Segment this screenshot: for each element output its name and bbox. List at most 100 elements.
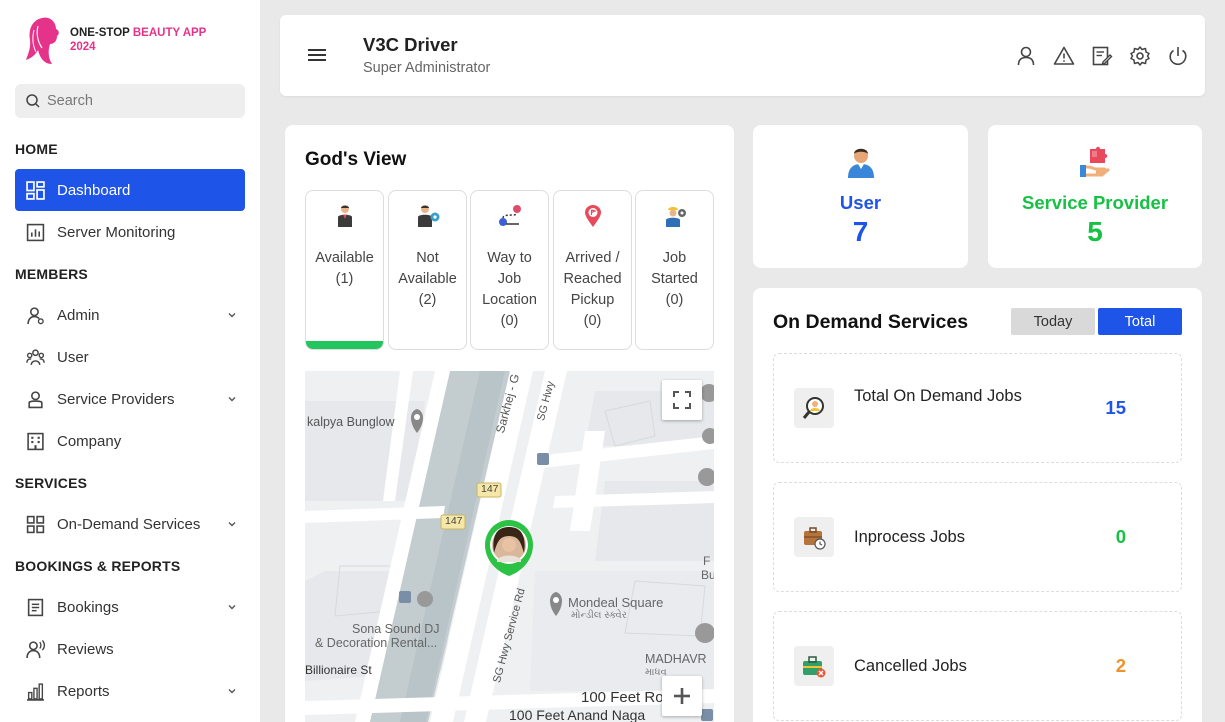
user-avatar-icon xyxy=(847,148,874,178)
job-value: 0 xyxy=(1115,526,1126,547)
section-bookings-reports: BOOKINGS & REPORTS xyxy=(15,558,181,574)
service-provider-stat-label: Service Provider xyxy=(1021,192,1169,213)
top-header: V3C Driver Super Administrator xyxy=(280,15,1205,96)
briefcase-clock-icon xyxy=(804,527,826,550)
plus-icon xyxy=(674,688,690,704)
total-jobs-row[interactable]: Total On Demand Jobs 15 xyxy=(773,353,1182,463)
puzzle-hand-icon xyxy=(1080,146,1110,177)
search-person-icon xyxy=(802,397,824,419)
worker-tools-icon xyxy=(665,207,686,227)
provider-user-icon xyxy=(28,390,43,408)
map-label: 147 xyxy=(481,483,499,495)
job-icon-box xyxy=(794,517,834,557)
status-count: (2) xyxy=(418,292,437,308)
monitor-chart-icon xyxy=(26,223,45,241)
sidebar-item-dashboard[interactable]: Dashboard xyxy=(15,169,245,211)
bar-chart-icon xyxy=(27,682,44,701)
sidebar-item-label: User xyxy=(57,348,89,366)
profile-icon[interactable] xyxy=(1015,45,1037,67)
brand-name: ONE-STOP BEAUTY APP 2024 xyxy=(70,26,206,54)
sidebar-item-company[interactable]: Company xyxy=(15,420,245,462)
sidebar-item-label: Service Providers xyxy=(57,390,175,408)
sidebar-item-admin[interactable]: Admin xyxy=(15,294,245,336)
power-logout-icon[interactable] xyxy=(1167,45,1189,67)
sidebar-item-reports[interactable]: Reports xyxy=(15,670,245,712)
driver-available-icon xyxy=(337,205,352,227)
sidebar: ONE-STOP BEAUTY APP 2024 Search HOME Das… xyxy=(0,0,260,722)
admin-user-icon xyxy=(27,306,44,324)
active-status-bar xyxy=(306,341,383,349)
sidebar-item-reviews[interactable]: Reviews xyxy=(15,628,245,670)
user-stat-label: User xyxy=(839,192,882,213)
user-role: Super Administrator xyxy=(363,60,491,76)
brand-line1b: BEAUTY APP xyxy=(132,27,207,39)
hamburger-menu-icon[interactable] xyxy=(307,47,327,63)
chevron-down-icon xyxy=(228,605,236,610)
cancelled-jobs-row[interactable]: Cancelled Jobs 2 xyxy=(773,611,1182,721)
job-icon-box xyxy=(794,388,834,428)
map-view[interactable]: kalpya Bunglow Sarkhej - G SG Hwy 147 14… xyxy=(305,371,714,722)
chevron-down-icon xyxy=(228,397,236,402)
map-label: Bu xyxy=(701,568,714,582)
users-group-icon xyxy=(26,348,45,365)
brand-logo[interactable]: ONE-STOP BEAUTY APP 2024 xyxy=(24,14,206,66)
service-provider-stat-card[interactable]: Service Provider 5 xyxy=(988,125,1202,268)
warning-icon[interactable] xyxy=(1053,45,1075,67)
on-demand-title: On Demand Services xyxy=(773,311,969,333)
chevron-down-icon xyxy=(228,689,236,694)
location-pin-flag-icon xyxy=(584,205,601,227)
map-label: kalpya Bunglow xyxy=(307,415,395,429)
map-label: મોન્ડીલ સ્ક્વેર xyxy=(571,610,627,621)
section-members: MEMBERS xyxy=(15,266,88,282)
search-icon xyxy=(26,94,40,108)
status-label: Job xyxy=(497,271,522,287)
job-label: Inprocess Jobs xyxy=(854,528,965,546)
job-value: 15 xyxy=(1105,397,1126,418)
status-label: Way to xyxy=(487,250,532,266)
on-demand-services-card: On Demand Services Today Total Total On … xyxy=(753,288,1202,722)
status-label: Available xyxy=(315,250,374,266)
status-count: (0) xyxy=(665,292,684,308)
sidebar-item-bookings[interactable]: Bookings xyxy=(15,586,245,628)
status-label: Reached xyxy=(563,271,622,287)
status-label: Available xyxy=(398,271,457,287)
map-label: 100 Feet Anand Naga xyxy=(509,707,646,722)
map-label: MADHAVR xyxy=(645,652,707,666)
inprocess-jobs-row[interactable]: Inprocess Jobs 0 xyxy=(773,482,1182,592)
status-not-available[interactable]: Not Available (2) xyxy=(388,190,467,350)
status-label: Pickup xyxy=(570,292,615,308)
zoom-in-button[interactable] xyxy=(662,676,702,716)
sidebar-item-label: Bookings xyxy=(57,598,119,616)
sidebar-item-on-demand-services[interactable]: On-Demand Services xyxy=(15,503,245,545)
edit-note-icon[interactable] xyxy=(1091,45,1113,67)
status-count: (0) xyxy=(583,313,602,329)
sidebar-item-user[interactable]: User xyxy=(15,336,245,378)
user-stat-card[interactable]: User 7 xyxy=(753,125,968,268)
tab-today[interactable]: Today xyxy=(1011,308,1095,335)
sidebar-item-service-providers[interactable]: Service Providers xyxy=(15,378,245,420)
fullscreen-button[interactable] xyxy=(662,380,702,420)
status-label: Job xyxy=(662,250,687,266)
tab-total[interactable]: Total xyxy=(1098,308,1182,335)
map-label: Mondeal Square xyxy=(568,595,664,610)
settings-gear-icon[interactable] xyxy=(1129,45,1151,67)
status-label: Not xyxy=(416,250,439,266)
status-job-started[interactable]: Job Started (0) xyxy=(635,190,714,350)
chevron-down-icon xyxy=(228,522,236,527)
job-label: Cancelled Jobs xyxy=(854,657,967,675)
sidebar-item-server-monitoring[interactable]: Server Monitoring xyxy=(15,211,245,253)
map-label: 100 Feet Ro xyxy=(581,689,664,706)
status-arrived-pickup[interactable]: Arrived / Reached Pickup (0) xyxy=(553,190,632,350)
gods-view-title: God's View xyxy=(305,149,407,170)
section-home: HOME xyxy=(15,141,58,157)
document-list-icon xyxy=(27,598,44,616)
search-input[interactable]: Search xyxy=(15,84,245,118)
job-icon-box xyxy=(794,646,834,686)
building-icon xyxy=(27,432,44,450)
sidebar-item-label: On-Demand Services xyxy=(57,515,201,533)
status-label: Arrived / xyxy=(565,250,620,266)
status-way-to-job[interactable]: Way to Job Location (0) xyxy=(470,190,549,350)
status-available[interactable]: Available (1) xyxy=(305,190,384,350)
sidebar-item-label: Company xyxy=(57,432,122,450)
grid-icon xyxy=(26,515,45,533)
